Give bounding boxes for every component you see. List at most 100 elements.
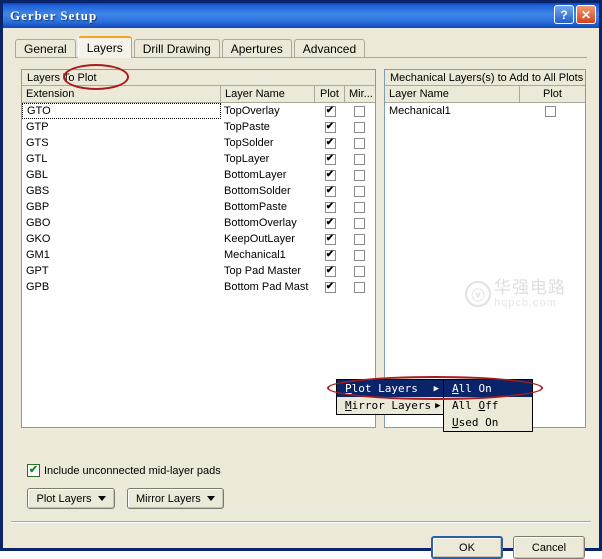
plot-checkbox[interactable]: ✔ xyxy=(325,154,336,165)
include-pads-option[interactable]: ✔ Include unconnected mid-layer pads xyxy=(27,464,221,477)
mechanical-layers-panel: Mechanical Layers(s) to Add to All Plots… xyxy=(384,69,586,428)
mirror-checkbox[interactable] xyxy=(354,106,365,117)
cancel-button[interactable]: Cancel xyxy=(513,536,585,559)
table-row[interactable]: GTOTopOverlay✔ xyxy=(22,103,375,119)
plot-checkbox[interactable]: ✔ xyxy=(325,282,336,293)
mirror-checkbox[interactable] xyxy=(354,138,365,149)
column-header-mech-layer-name[interactable]: Layer Name xyxy=(385,86,520,102)
help-icon[interactable]: ? xyxy=(554,5,574,24)
gerber-setup-dialog: Gerber Setup ? ✕ General Layers Drill Dr… xyxy=(0,0,602,551)
mirror-checkbox[interactable] xyxy=(354,234,365,245)
menu-item-plot-layers[interactable]: Plot Layers ▶ xyxy=(337,380,443,397)
check-glyph: ✔ xyxy=(326,202,334,212)
mirror-checkbox[interactable] xyxy=(354,218,365,229)
table-row[interactable]: GKOKeepOutLayer✔ xyxy=(22,231,375,247)
check-glyph: ✔ xyxy=(326,234,334,244)
plot-checkbox[interactable]: ✔ xyxy=(325,202,336,213)
menu-item-plot-layers-label: Plot Layers xyxy=(345,382,430,395)
cell-mirror xyxy=(345,106,373,117)
mirror-checkbox[interactable] xyxy=(354,186,365,197)
table-row[interactable]: GBSBottomSolder✔ xyxy=(22,183,375,199)
layer-action-buttons: Plot Layers Mirror Layers xyxy=(27,488,224,509)
dialog-footer: OK Cancel xyxy=(431,536,585,559)
menu-item-used-on[interactable]: Used On xyxy=(444,414,532,431)
plot-layers-button[interactable]: Plot Layers xyxy=(27,488,115,509)
table-row[interactable]: GPBBottom Pad Mast✔ xyxy=(22,279,375,295)
table-row[interactable]: GPTTop Pad Master✔ xyxy=(22,263,375,279)
cell-layer-name: Bottom Pad Mast xyxy=(221,281,315,293)
mirror-checkbox[interactable] xyxy=(354,250,365,261)
dialog-client-area: General Layers Drill Drawing Apertures A… xyxy=(3,28,599,548)
table-row[interactable]: GTLTopLayer✔ xyxy=(22,151,375,167)
mech-plot-checkbox[interactable] xyxy=(545,106,556,117)
table-row[interactable]: Mechanical1 xyxy=(385,103,585,119)
include-pads-checkbox[interactable]: ✔ xyxy=(27,464,40,477)
cell-plot: ✔ xyxy=(315,202,345,213)
plot-checkbox[interactable]: ✔ xyxy=(325,234,336,245)
plot-checkbox[interactable]: ✔ xyxy=(325,250,336,261)
mirror-checkbox[interactable] xyxy=(354,154,365,165)
tab-advanced[interactable]: Advanced xyxy=(294,39,365,58)
cell-mirror xyxy=(345,202,373,213)
menu-item-all-off[interactable]: All Off xyxy=(444,397,532,414)
column-header-layer-name[interactable]: Layer Name xyxy=(221,86,315,102)
chevron-down-icon-2 xyxy=(207,496,215,501)
menu-item-mirror-layers[interactable]: Mirror Layers ▶ xyxy=(337,397,443,414)
mirror-checkbox[interactable] xyxy=(354,122,365,133)
cell-mirror xyxy=(345,186,373,197)
cell-extension: GM1 xyxy=(22,249,221,261)
cell-mech-plot xyxy=(520,106,580,117)
tab-drill-drawing[interactable]: Drill Drawing xyxy=(134,39,220,58)
chevron-down-icon xyxy=(98,496,106,501)
tab-general[interactable]: General xyxy=(15,39,76,58)
cell-mirror xyxy=(345,154,373,165)
table-row[interactable]: GBLBottomLayer✔ xyxy=(22,167,375,183)
mirror-checkbox[interactable] xyxy=(354,202,365,213)
cell-layer-name: Top Pad Master xyxy=(221,265,315,277)
mirror-layers-button[interactable]: Mirror Layers xyxy=(127,488,224,509)
tab-strip: General Layers Drill Drawing Apertures A… xyxy=(15,36,367,58)
cell-extension: GTS xyxy=(22,137,221,149)
table-row[interactable]: GBOBottomOverlay✔ xyxy=(22,215,375,231)
ok-button[interactable]: OK xyxy=(431,536,503,559)
footer-divider xyxy=(11,521,591,523)
title-bar[interactable]: Gerber Setup ? ✕ xyxy=(3,3,599,28)
table-row[interactable]: GBPBottomPaste✔ xyxy=(22,199,375,215)
check-glyph: ✔ xyxy=(326,218,334,228)
column-header-plot[interactable]: Plot xyxy=(315,86,345,102)
cell-extension: GTP xyxy=(22,121,221,133)
plot-checkbox[interactable]: ✔ xyxy=(325,186,336,197)
plot-checkbox[interactable]: ✔ xyxy=(325,170,336,181)
plot-checkbox[interactable]: ✔ xyxy=(325,218,336,229)
table-row[interactable]: GTSTopSolder ✔ xyxy=(22,135,375,151)
column-header-mirror[interactable]: Mir... xyxy=(345,86,373,102)
check-glyph: ✔ xyxy=(326,170,334,180)
column-header-mech-plot[interactable]: Plot xyxy=(520,86,585,102)
menu-item-used-on-label: Used On xyxy=(452,416,528,429)
mirror-layers-button-label: Mirror Layers xyxy=(136,493,201,505)
layers-table-body: GTOTopOverlay✔GTPTopPaste✔GTSTopSolder✔G… xyxy=(22,103,375,295)
include-pads-label: Include unconnected mid-layer pads xyxy=(44,465,221,477)
table-row[interactable]: GTPTopPaste✔ xyxy=(22,119,375,135)
layers-to-plot-panel: Layers To Plot Extension Layer Name Plot… xyxy=(21,69,376,428)
column-header-extension[interactable]: Extension xyxy=(22,86,221,102)
mirror-checkbox[interactable] xyxy=(354,170,365,181)
plot-checkbox[interactable]: ✔ xyxy=(325,266,336,277)
mirror-checkbox[interactable] xyxy=(354,282,365,293)
cell-plot: ✔ xyxy=(315,154,345,165)
cell-plot: ✔ xyxy=(315,186,345,197)
cell-extension: GBO xyxy=(22,217,221,229)
close-icon[interactable]: ✕ xyxy=(576,5,596,24)
check-glyph: ✔ xyxy=(326,282,334,292)
plot-checkbox[interactable]: ✔ xyxy=(325,138,336,149)
menu-item-all-on[interactable]: All On xyxy=(444,380,532,397)
submenu-arrow-icon: ▶ xyxy=(434,384,439,394)
table-row[interactable]: GM1Mechanical1✔ xyxy=(22,247,375,263)
plot-checkbox[interactable]: ✔ xyxy=(325,122,336,133)
check-glyph: ✔ xyxy=(326,266,334,276)
cell-layer-name: TopSolder xyxy=(221,137,315,149)
tab-layers[interactable]: Layers xyxy=(78,36,132,58)
mirror-checkbox[interactable] xyxy=(354,266,365,277)
tab-apertures[interactable]: Apertures xyxy=(222,39,292,58)
plot-checkbox[interactable]: ✔ xyxy=(325,106,336,117)
